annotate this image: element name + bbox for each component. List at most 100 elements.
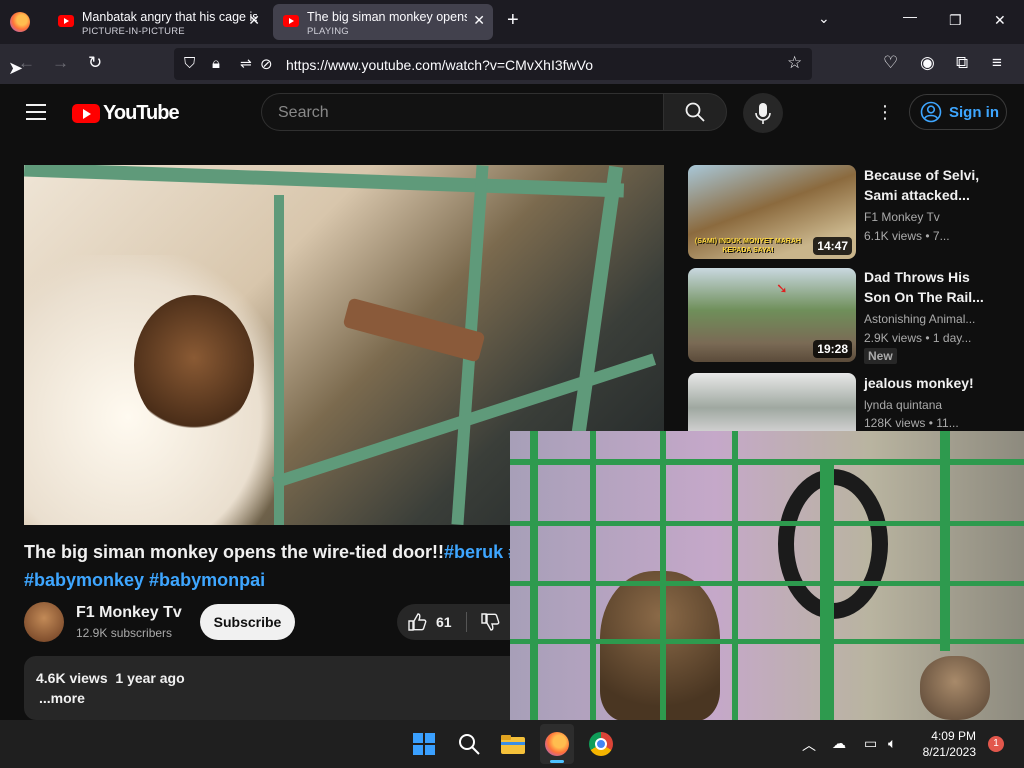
- video-hashtags[interactable]: #babymonkey #babymonpai: [24, 570, 265, 591]
- search-icon: [685, 102, 705, 122]
- youtube-favicon-icon: [58, 15, 74, 27]
- taskbar-time[interactable]: 4:09 PM: [920, 729, 976, 743]
- view-count: 4.6K views: [36, 670, 108, 686]
- new-tab-plus-icon[interactable]: +: [507, 9, 519, 32]
- divider: [466, 612, 467, 632]
- firefox-icon: [10, 12, 30, 32]
- shield-icon[interactable]: ⛉: [184, 55, 195, 72]
- red-arrow-icon: ➘: [776, 280, 788, 296]
- picture-in-picture-window[interactable]: [510, 431, 1024, 720]
- tab-title: The big siman monkey opens the: [307, 10, 467, 24]
- close-tab-icon[interactable]: ✕: [248, 12, 260, 29]
- guide-menu-icon[interactable]: [26, 104, 46, 125]
- forward-arrow-icon[interactable]: →: [52, 53, 69, 73]
- youtube-logo-icon[interactable]: [72, 104, 100, 123]
- close-window-button[interactable]: ✕: [994, 12, 1006, 29]
- minimize-button[interactable]: —: [903, 8, 917, 24]
- recommendation-channel[interactable]: Astonishing Animal...: [864, 312, 975, 326]
- recommendation-thumbnail[interactable]: ➘ 19:28: [688, 268, 856, 362]
- microphone-icon: [755, 103, 771, 124]
- tab-pip-video[interactable]: Manbatak angry that his cage is PICTURE-…: [48, 4, 268, 40]
- cage-bar: [660, 431, 666, 720]
- channel-avatar[interactable]: [24, 602, 64, 642]
- recommendation-channel[interactable]: lynda quintana: [864, 398, 942, 412]
- channel-name[interactable]: F1 Monkey Tv: [76, 604, 182, 622]
- tab-playing-video[interactable]: The big siman monkey opens the PLAYING ✕: [273, 4, 493, 40]
- list-all-tabs-chevron-down-icon[interactable]: ⌄: [818, 10, 830, 27]
- recommendation-meta: 6.1K views • 7...: [864, 229, 950, 243]
- notification-badge[interactable]: 1: [988, 736, 1004, 752]
- cage-bar: [820, 461, 834, 720]
- show-hidden-icons-chevron-up-icon[interactable]: ︿: [802, 735, 816, 755]
- search-button[interactable]: [663, 93, 727, 131]
- recommendation-title[interactable]: jealous monkey!: [864, 373, 994, 393]
- chrome-taskbar-icon[interactable]: [589, 732, 613, 756]
- baby-monkey-image: [920, 656, 990, 720]
- bookmark-star-icon[interactable]: ☆: [787, 53, 802, 73]
- youtube-wordmark[interactable]: YouTube: [103, 102, 180, 125]
- account-icon[interactable]: ◉: [920, 53, 935, 73]
- cage-bar: [510, 521, 1024, 526]
- windows-start-icon[interactable]: [412, 732, 436, 756]
- cage-bar: [510, 581, 1024, 586]
- baby-monkey-image: [134, 295, 254, 435]
- video-duration: 19:28: [813, 340, 852, 358]
- recommendation-thumbnail[interactable]: [688, 373, 856, 431]
- close-tab-icon[interactable]: ✕: [473, 12, 485, 29]
- upload-age: 1 year ago: [115, 670, 185, 686]
- video-stats: 4.6K views 1 year ago: [36, 670, 185, 686]
- tab-title: Manbatak angry that his cage is: [82, 10, 257, 24]
- lock-icon[interactable]: 🔒︎: [212, 55, 220, 72]
- cage-bar: [732, 431, 738, 720]
- show-more-link[interactable]: ...more: [39, 690, 85, 706]
- url-text[interactable]: https://www.youtube.com/watch?v=CMvXhI3f…: [286, 57, 593, 73]
- tab-status: PICTURE-IN-PICTURE: [82, 26, 185, 37]
- onedrive-cloud-icon[interactable]: ☁: [832, 735, 846, 752]
- running-indicator: [550, 760, 564, 763]
- recommendation-channel[interactable]: F1 Monkey Tv: [864, 210, 940, 224]
- thumb-down-icon: [481, 613, 500, 631]
- firefox-taskbar-icon[interactable]: [545, 732, 569, 756]
- settings-more-icon[interactable]: ⋮: [876, 102, 894, 123]
- youtube-favicon-icon: [283, 15, 299, 27]
- maximize-button[interactable]: ❐: [949, 12, 962, 29]
- network-icon[interactable]: ▭: [864, 735, 877, 752]
- video-duration: 14:47: [813, 237, 852, 255]
- like-count[interactable]: 61: [436, 614, 452, 630]
- subscriber-count: 12.9K subscribers: [76, 626, 173, 640]
- reload-icon[interactable]: ↻: [88, 53, 102, 73]
- video-title-text: The big siman monkey opens the wire-tied…: [24, 542, 445, 562]
- permissions-icon[interactable]: ⇌: [240, 55, 252, 72]
- voice-search-button[interactable]: [743, 93, 783, 133]
- hashtag-link[interactable]: #beruk #: [444, 542, 518, 562]
- back-arrow-icon[interactable]: ←: [18, 53, 35, 73]
- video-title: The big siman monkey opens the wire-tied…: [24, 542, 518, 563]
- recommendation-title[interactable]: Dad Throws His Son On The Rail...: [864, 267, 994, 307]
- taskbar-date[interactable]: 8/21/2023: [910, 745, 976, 759]
- door-latch-image: [342, 297, 486, 363]
- recommendation-thumbnail[interactable]: (SAMI) INDUK MONYET MARAH KEPADA SAYA! 1…: [688, 165, 856, 259]
- extensions-icon[interactable]: ⧉: [956, 53, 968, 73]
- recommendation-title[interactable]: Because of Selvi, Sami attacked...: [864, 165, 994, 205]
- pocket-icon[interactable]: ♡: [883, 53, 898, 73]
- like-thumb-up-icon[interactable]: [407, 612, 427, 637]
- cage-bar: [530, 431, 538, 720]
- dislike-button[interactable]: [480, 612, 500, 637]
- subscribe-button[interactable]: Subscribe: [200, 604, 295, 640]
- recommendation-meta: 128K views • 11...: [864, 416, 959, 430]
- new-badge: New: [864, 348, 897, 364]
- account-circle-icon: [920, 101, 942, 123]
- cage-bar: [590, 431, 596, 720]
- sign-in-label[interactable]: Sign in: [949, 104, 999, 121]
- tab-status: PLAYING: [307, 26, 349, 37]
- cage-bar: [510, 459, 1024, 465]
- cage-bar: [510, 639, 1024, 644]
- recommendation-meta: 2.9K views • 1 day...: [864, 331, 972, 345]
- menu-hamburger-icon[interactable]: ≡: [992, 53, 1002, 73]
- file-explorer-icon[interactable]: [500, 732, 525, 756]
- volume-icon[interactable]: 🔈︎: [888, 735, 896, 752]
- search-icon[interactable]: [457, 732, 481, 756]
- autoplay-blocked-icon[interactable]: ⊘: [260, 55, 273, 73]
- cage-bar: [24, 165, 625, 198]
- search-placeholder: Search: [278, 104, 329, 121]
